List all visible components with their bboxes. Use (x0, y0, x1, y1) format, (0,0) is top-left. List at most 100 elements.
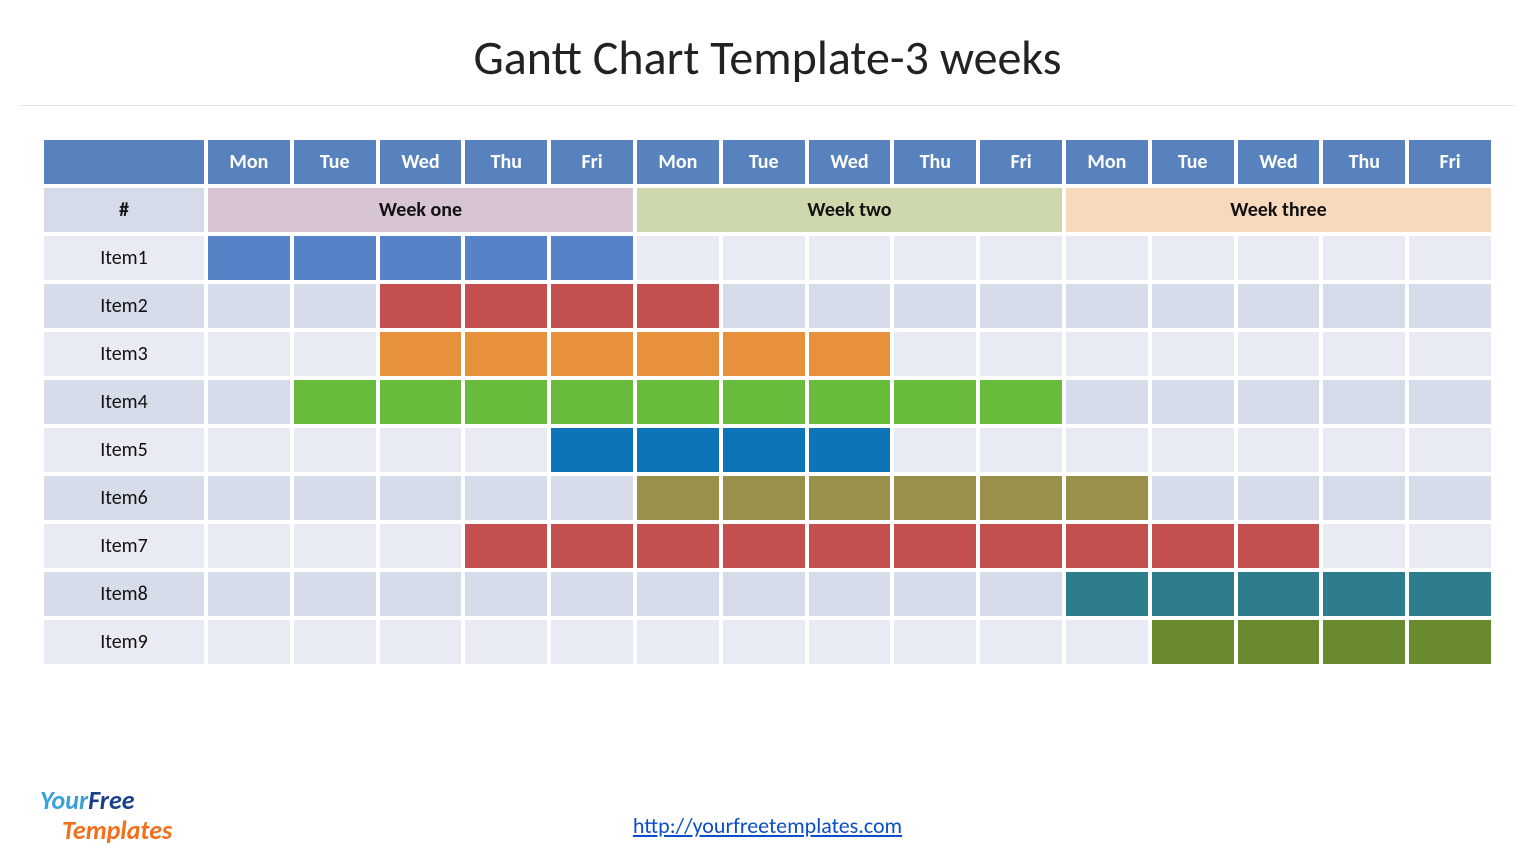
gantt-bar-cell (809, 428, 891, 472)
gantt-bar-cell (1066, 476, 1148, 520)
gantt-empty-cell (551, 572, 633, 616)
gantt-empty-cell (980, 284, 1062, 328)
gantt-bar-cell (465, 236, 547, 280)
gantt-empty-cell (1066, 380, 1148, 424)
gantt-bar-cell (723, 380, 805, 424)
gantt-bar-cell (809, 524, 891, 568)
gantt-row: Item5 (44, 428, 1491, 472)
gantt-bar-cell (723, 332, 805, 376)
gantt-bar-cell (894, 476, 976, 520)
gantt-empty-cell (1066, 284, 1148, 328)
gantt-bar-cell (294, 380, 376, 424)
day-header: Tue (723, 140, 805, 184)
gantt-bar-cell (637, 332, 719, 376)
item-label: Item7 (44, 524, 204, 568)
gantt-bar-cell (809, 380, 891, 424)
week-hash: # (44, 188, 204, 232)
gantt-empty-cell (1238, 380, 1320, 424)
gantt-row: Item2 (44, 284, 1491, 328)
gantt-bar-cell (637, 380, 719, 424)
gantt-empty-cell (723, 236, 805, 280)
gantt-empty-cell (208, 380, 290, 424)
gantt-empty-cell (637, 572, 719, 616)
gantt-empty-cell (294, 332, 376, 376)
day-header: Wed (380, 140, 462, 184)
day-header: Mon (208, 140, 290, 184)
gantt-row: Item8 (44, 572, 1491, 616)
day-header: Mon (1066, 140, 1148, 184)
gantt-empty-cell (637, 236, 719, 280)
gantt-empty-cell (894, 332, 976, 376)
gantt-empty-cell (1238, 284, 1320, 328)
item-label: Item6 (44, 476, 204, 520)
gantt-bar-cell (380, 236, 462, 280)
item-label: Item2 (44, 284, 204, 328)
gantt-bar-cell (723, 524, 805, 568)
gantt-bar-cell (294, 236, 376, 280)
gantt-bar-cell (1152, 620, 1234, 664)
gantt-bar-cell (1323, 620, 1405, 664)
gantt-empty-cell (1066, 236, 1148, 280)
gantt-bar-cell (551, 284, 633, 328)
gantt-empty-cell (208, 524, 290, 568)
gantt-bar-cell (465, 524, 547, 568)
gantt-bar-cell (1152, 572, 1234, 616)
gantt-bar-cell (1066, 524, 1148, 568)
gantt-chart: MonTueWedThuFriMonTueWedThuFriMonTueWedT… (40, 136, 1495, 668)
gantt-empty-cell (1323, 476, 1405, 520)
gantt-empty-cell (294, 284, 376, 328)
gantt-bar-cell (723, 476, 805, 520)
gantt-empty-cell (1152, 284, 1234, 328)
week-group: Week one (208, 188, 633, 232)
item-label: Item9 (44, 620, 204, 664)
gantt-empty-cell (1152, 332, 1234, 376)
header-corner (44, 140, 204, 184)
gantt-empty-cell (551, 620, 633, 664)
gantt-empty-cell (551, 476, 633, 520)
footer: YourFree Templates http://yourfreetempla… (0, 787, 1535, 843)
day-header: Tue (294, 140, 376, 184)
gantt-bar-cell (465, 332, 547, 376)
gantt-bar-cell (894, 380, 976, 424)
gantt-bar-cell (551, 524, 633, 568)
gantt-empty-cell (1323, 524, 1405, 568)
gantt-empty-cell (380, 620, 462, 664)
gantt-bar-cell (551, 428, 633, 472)
gantt-bar-cell (980, 524, 1062, 568)
gantt-empty-cell (1066, 620, 1148, 664)
item-label: Item5 (44, 428, 204, 472)
gantt-bar-cell (1238, 572, 1320, 616)
gantt-table: MonTueWedThuFriMonTueWedThuFriMonTueWedT… (40, 136, 1495, 668)
week-group: Week three (1066, 188, 1491, 232)
day-header: Tue (1152, 140, 1234, 184)
gantt-empty-cell (380, 428, 462, 472)
gantt-bar-cell (465, 380, 547, 424)
gantt-row: Item3 (44, 332, 1491, 376)
gantt-bar-cell (551, 332, 633, 376)
gantt-bar-cell (208, 236, 290, 280)
gantt-empty-cell (980, 572, 1062, 616)
gantt-empty-cell (809, 620, 891, 664)
gantt-empty-cell (1066, 428, 1148, 472)
gantt-empty-cell (723, 572, 805, 616)
source-url[interactable]: http://yourfreetemplates.com (633, 812, 902, 839)
gantt-empty-cell (980, 428, 1062, 472)
page-title: Gantt Chart Template-3 weeks (20, 0, 1515, 106)
gantt-empty-cell (208, 428, 290, 472)
gantt-bar-cell (894, 524, 976, 568)
gantt-empty-cell (1323, 236, 1405, 280)
gantt-empty-cell (980, 236, 1062, 280)
day-header: Thu (1323, 140, 1405, 184)
day-header: Fri (551, 140, 633, 184)
gantt-bar-cell (551, 236, 633, 280)
gantt-empty-cell (809, 572, 891, 616)
gantt-bar-cell (465, 284, 547, 328)
day-header: Thu (465, 140, 547, 184)
gantt-empty-cell (465, 476, 547, 520)
gantt-row: Item6 (44, 476, 1491, 520)
day-header: Fri (1409, 140, 1491, 184)
logo-your: Your (40, 784, 88, 816)
gantt-empty-cell (980, 332, 1062, 376)
logo-templates: Templates (62, 817, 172, 843)
gantt-bar-cell (637, 476, 719, 520)
